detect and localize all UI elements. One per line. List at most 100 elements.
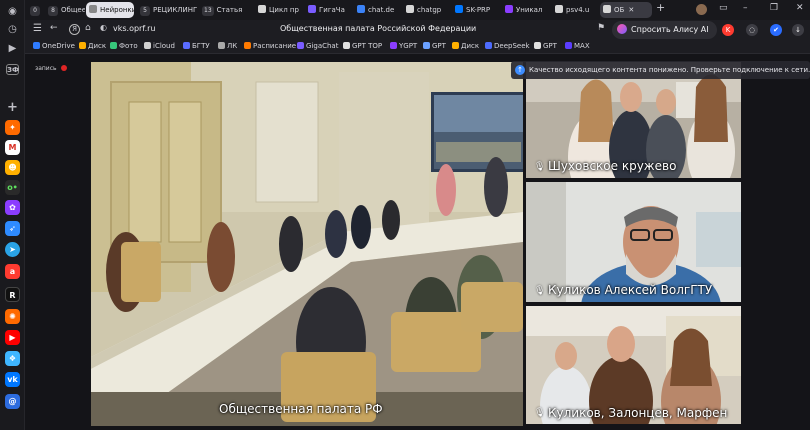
alice-button[interactable]: Спросить Алису AI: [612, 21, 717, 39]
bookmark-label: БГТУ: [192, 42, 210, 50]
bookmark-item[interactable]: OneDrive: [33, 42, 75, 50]
extension-icon[interactable]: ◌: [746, 24, 758, 36]
new-tab-button[interactable]: +: [656, 1, 665, 14]
downloads-icon[interactable]: ↓: [792, 24, 804, 36]
minimize-icon[interactable]: –: [743, 3, 748, 13]
tab-group-0[interactable]: 0: [27, 2, 43, 18]
close-icon[interactable]: ✕: [628, 6, 634, 14]
bookmark-item[interactable]: ЛК: [218, 42, 237, 50]
bookmark-label: DeepSeek: [494, 42, 530, 50]
main-video[interactable]: Общественная палата РФ: [91, 62, 523, 426]
vk-icon: [455, 5, 463, 13]
bookmarks-icon[interactable]: ▭: [719, 3, 728, 13]
app-icon[interactable]: ✺: [5, 309, 20, 324]
bookmark-label: OneDrive: [42, 42, 75, 50]
tab-chat-de[interactable]: chat.de: [354, 2, 398, 18]
bookmark-item[interactable]: Фото: [110, 42, 138, 50]
bookmark-item[interactable]: iCloud: [144, 42, 175, 50]
tab-cycle[interactable]: Цикл пр: [255, 2, 301, 18]
record-indicator[interactable]: запись: [35, 65, 67, 72]
bookmark-label: MAX: [574, 42, 590, 50]
lock-icon: ⌂: [85, 23, 91, 33]
folder-icon: [218, 42, 225, 49]
bookmark-item[interactable]: GPT: [534, 42, 557, 50]
tab-group-general[interactable]: 8 Общее: [45, 2, 85, 18]
bookmark-item[interactable]: Диск: [452, 42, 479, 50]
url-field[interactable]: vks.oprf.ru: [113, 24, 155, 33]
tab-gigachat[interactable]: ГигаЧа: [305, 2, 349, 18]
add-icon[interactable]: +: [5, 100, 20, 115]
bookmark-item[interactable]: GigaChat: [297, 42, 338, 50]
main-video-label: Общественная палата РФ: [219, 402, 383, 416]
app-icon[interactable]: o•: [5, 180, 20, 195]
app-icon[interactable]: ✦: [5, 120, 20, 135]
page-icon: [357, 5, 365, 13]
app-icon[interactable]: a: [5, 264, 20, 279]
back-icon[interactable]: ←: [50, 23, 58, 33]
bookmark-item[interactable]: GPT TOP: [343, 42, 382, 50]
group-icon: [89, 5, 97, 13]
vk-icon[interactable]: vk: [5, 372, 20, 387]
app-icon[interactable]: R: [5, 287, 20, 302]
participant-tile[interactable]: 🎙︎ Шуховское кружево: [526, 62, 741, 178]
gigachat-icon: [308, 5, 316, 13]
participant-tile[interactable]: 🎙︎ Куликов, Залонцев, Марфен: [526, 306, 741, 424]
max-icon: [565, 42, 572, 49]
tab-psv4[interactable]: psv4.u: [552, 2, 596, 18]
apple-icon: [144, 42, 151, 49]
avatar[interactable]: [696, 4, 707, 15]
bookmark-item[interactable]: MAX: [565, 42, 590, 50]
notice-text: Качество исходящего контента понижено. П…: [529, 66, 810, 74]
app-icon[interactable]: @: [5, 394, 20, 409]
room-scene: [91, 62, 523, 426]
tab-group-article[interactable]: 13 Статья: [199, 2, 251, 18]
bookmark-item[interactable]: DeepSeek: [485, 42, 530, 50]
bookmark-item[interactable]: Диск: [79, 42, 106, 50]
tab-label: chatgp: [417, 6, 442, 14]
info-icon: ↑: [515, 65, 525, 75]
app-icon[interactable]: ✿: [5, 200, 20, 215]
gmail-icon[interactable]: M: [5, 140, 20, 155]
record-label: запись: [35, 65, 57, 72]
gpt-icon: [423, 42, 430, 49]
page-icon: [406, 5, 414, 13]
tab-unique[interactable]: Уникал: [502, 2, 548, 18]
tab-label: Цикл пр: [269, 6, 299, 14]
media-icon[interactable]: ЗФ: [6, 64, 19, 75]
participant-tile[interactable]: 🎙︎ Куликов Алексей ВолгГТУ: [526, 182, 741, 302]
extension-icon[interactable]: K: [722, 24, 734, 36]
shield-icon: ◐: [100, 23, 107, 32]
app-icon[interactable]: ➶: [5, 221, 20, 236]
bookmark-item[interactable]: YGPT: [390, 42, 417, 50]
extension-icon[interactable]: ✔: [770, 24, 782, 36]
bookmark-label: GPT TOP: [352, 42, 383, 50]
participant-name: Куликов Алексей ВолгГТУ: [548, 283, 713, 297]
window-close-icon[interactable]: ✕: [796, 3, 804, 13]
app-icon[interactable]: ☻: [5, 160, 20, 175]
bookmark-icon[interactable]: ⚑: [597, 23, 605, 33]
bookmark-label: Расписание: [253, 42, 297, 50]
bookmark-label: iCloud: [153, 42, 175, 50]
tab-chatgpt[interactable]: chatgp: [403, 2, 447, 18]
onedrive-icon: [33, 42, 40, 49]
tab-active[interactable]: ОБ ✕: [600, 2, 652, 18]
bookmark-item[interactable]: GPT: [423, 42, 446, 50]
logo-icon[interactable]: ◉: [5, 4, 20, 19]
bookmark-item[interactable]: Расписание: [244, 42, 296, 50]
tab-group-neural[interactable]: Нейронки: [86, 2, 134, 18]
telegram-icon[interactable]: ➤: [5, 242, 20, 257]
tab-group-recycling[interactable]: 5 РЕЦИКЛИНГ: [137, 2, 197, 18]
tab-sk-prp[interactable]: SK-PRP: [452, 2, 498, 18]
play-icon[interactable]: ▶: [5, 41, 20, 56]
participant-name: Куликов, Залонцев, Марфен: [548, 406, 728, 420]
bookmark-item[interactable]: БГТУ: [183, 42, 210, 50]
bookmark-label: Диск: [461, 42, 480, 50]
history-icon[interactable]: ◷: [5, 22, 20, 37]
app-icon[interactable]: ❖: [5, 351, 20, 366]
yandex-icon[interactable]: Я: [69, 24, 80, 35]
restore-icon[interactable]: ❐: [770, 3, 778, 13]
network-warning: ↑ Качество исходящего контента понижено. …: [511, 61, 810, 79]
youtube-icon[interactable]: ▶: [5, 330, 20, 345]
bookmarks-bar: OneDrive Диск Фото iCloud БГТУ ЛК Распис…: [25, 40, 810, 54]
menu-icon[interactable]: ☰: [33, 23, 42, 34]
